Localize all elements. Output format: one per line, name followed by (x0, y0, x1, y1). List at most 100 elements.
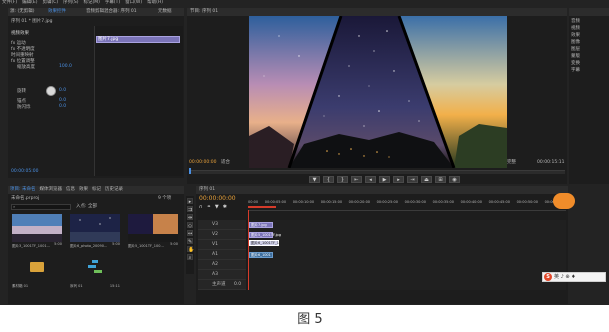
clip-v2[interactable]: 图片5_1001TF.jpg (249, 232, 281, 238)
monitor-quality-select[interactable]: 完整 (507, 159, 516, 167)
selection-tool-icon[interactable]: ▸ (187, 198, 193, 205)
video-frame (249, 16, 507, 168)
step-forward-icon[interactable]: ▸ (393, 176, 404, 183)
ime-s-logo: S (544, 273, 552, 281)
side-item[interactable]: 效果 (571, 32, 609, 39)
tab-markers[interactable]: 标记 (92, 186, 101, 194)
tab-metadata[interactable]: 元数据 (158, 8, 172, 16)
side-item[interactable]: 变换 (571, 60, 609, 67)
ruler-tick: 00:00:30:00 (404, 200, 426, 204)
side-item[interactable]: 字幕 (571, 67, 609, 74)
work-area-bar[interactable] (248, 206, 276, 208)
section-video-effects: 视频效果 (11, 31, 29, 36)
tab-media-browser[interactable]: 媒体浏览器 (39, 186, 62, 194)
menu-file[interactable]: 文件(F) (2, 0, 17, 6)
project-search-input[interactable]: ⌕ (11, 204, 71, 210)
ime-toolbar[interactable]: S 英 ♪ ⊕ ♦ (542, 272, 606, 282)
clip-v1[interactable]: 图片6_1001TF_1001.jpg (249, 240, 292, 246)
tools-panel: ▸ ⇉ ⇹ ◇ ↔ ✎ ✋ ⌕ (186, 196, 194, 274)
ruler-tick: 00:00:35:00 (432, 200, 454, 204)
timeline-panel: 序列 01 00:00:00:00 ∩ ⚭ ▼ ✱ 00:00 00:00:05… (196, 186, 568, 304)
add-marker-timeline-icon[interactable]: ▼ (215, 204, 219, 210)
menu-marker[interactable]: 标记(M) (84, 0, 100, 6)
add-marker-icon[interactable]: ▼ (309, 176, 320, 183)
tab-history[interactable]: 历史记录 (105, 186, 123, 194)
monitor-timecode-right: 00:00:15:11 (537, 160, 565, 165)
tab-effect-controls[interactable]: 效果控件 (48, 8, 66, 16)
mini-timeline-clip[interactable]: 图片7.jpg (96, 36, 180, 43)
step-back-icon[interactable]: ◂ (365, 176, 376, 183)
linked-selection-icon[interactable]: ⚭ (207, 204, 211, 210)
slip-tool-icon[interactable]: ↔ (187, 230, 193, 237)
floating-badge[interactable] (553, 193, 575, 209)
monitor-timecode-left[interactable]: 00:00:00:00 (189, 159, 216, 167)
zoom-tool-icon[interactable]: ⌕ (187, 254, 193, 261)
thumbnail-item[interactable]: 图片5_1001TF_100... 5:00 (128, 214, 178, 252)
monitor-scrubber[interactable] (189, 168, 565, 174)
ruler-tick: 00:00:40:00 (460, 200, 482, 204)
track-header-v1[interactable]: V1 (198, 240, 246, 250)
monitor-playhead[interactable] (189, 168, 191, 174)
track-header-a2[interactable]: A2 (198, 260, 246, 270)
project-filter[interactable]: 入点: 全部 (76, 203, 97, 211)
track-header-a3[interactable]: A3 (198, 270, 246, 280)
side-item[interactable]: 蒙版 (571, 53, 609, 60)
export-frame-icon[interactable]: ◉ (449, 176, 460, 183)
track-select-icon[interactable]: ⇉ (187, 206, 193, 213)
tab-program[interactable]: 节目: 序列 01 (190, 8, 218, 16)
side-item[interactable]: 音频 (571, 18, 609, 25)
thumbnail-item[interactable]: 图片3_1001TF_1001... 5:00 (12, 214, 62, 252)
effect-row[interactable]: 缩放高度 100.0 (11, 64, 93, 70)
side-panel: 音频 视频 效果 图像 图层 蒙版 变换 字幕 (569, 8, 609, 184)
tab-effects[interactable]: 效果 (79, 186, 88, 194)
search-icon: ⌕ (13, 204, 16, 209)
sequence-item[interactable]: 序列 01 15:11 (70, 256, 120, 294)
tab-info[interactable]: 信息 (66, 186, 75, 194)
effect-timecode[interactable]: 00:00:05:00 (11, 168, 38, 176)
menu-edit[interactable]: 编辑(E) (22, 0, 37, 6)
menu-window[interactable]: 窗口(W) (125, 0, 142, 6)
effect-row[interactable]: 防闪烁 0.0 (11, 104, 93, 110)
tab-audio-mixer[interactable]: 音频剪辑混合器: 序列 01 (86, 8, 137, 16)
clip-label: 序列 01 * 图片7.jpg (11, 19, 53, 24)
ripple-edit-icon[interactable]: ⇹ (187, 214, 193, 221)
go-to-in-icon[interactable]: ⇤ (351, 176, 362, 183)
monitor-fit-select[interactable]: 适合 (221, 159, 230, 167)
thumbnail-item[interactable]: 图片6_photo_20090... 5:00 (70, 214, 120, 252)
timeline-timecode[interactable]: 00:00:00:00 (199, 195, 236, 203)
folder-icon (30, 262, 44, 272)
track-header-master[interactable]: 主声道 0.0 (198, 280, 246, 290)
track-header-a1[interactable]: A1 (198, 250, 246, 260)
clip-v3[interactable]: 图片7.jpg (249, 222, 273, 228)
thumbnail-stars-image (70, 214, 120, 242)
tab-project[interactable]: 项目: 未命名 (10, 186, 35, 194)
ruler-tick: 00:00:25:00 (376, 200, 399, 204)
extract-icon[interactable]: ⊞ (435, 176, 446, 183)
track-header-v3[interactable]: V3 (198, 220, 246, 230)
menu-title[interactable]: 字幕(T) (105, 0, 120, 6)
effect-row[interactable]: 旋转 0.0 (11, 88, 93, 98)
menu-sequence[interactable]: 序列(S) (63, 0, 78, 6)
wrench-icon[interactable]: ✱ (223, 204, 227, 210)
bin-item[interactable]: 素材箱 01 (12, 256, 62, 294)
go-to-out-icon[interactable]: ⇥ (407, 176, 418, 183)
pen-tool-icon[interactable]: ✎ (187, 238, 193, 245)
side-item[interactable]: 图像 (571, 39, 609, 46)
hand-tool-icon[interactable]: ✋ (187, 246, 194, 253)
tab-sequence[interactable]: 序列 01 (199, 186, 215, 194)
lift-icon[interactable]: ⏏ (421, 176, 432, 183)
menu-clip[interactable]: 剪辑(C) (42, 0, 58, 6)
transport-controls: ▼ { } ⇤ ◂ ▶ ▸ ⇥ ⏏ ⊞ ◉ (309, 176, 460, 183)
track-header-v2[interactable]: V2 (198, 230, 246, 240)
mark-in-icon[interactable]: { (323, 176, 334, 183)
mark-out-icon[interactable]: } (337, 176, 348, 183)
side-item[interactable]: 视频 (571, 25, 609, 32)
menu-help[interactable]: 帮助(H) (147, 0, 163, 6)
side-item[interactable]: 图层 (571, 46, 609, 53)
razor-tool-icon[interactable]: ◇ (187, 222, 193, 229)
clip-a1[interactable]: 图片6_1001 (249, 252, 273, 258)
snap-icon[interactable]: ∩ (199, 204, 203, 210)
project-tabs: 项目: 未命名 媒体浏览器 信息 效果 标记 历史记录 (8, 186, 184, 194)
play-icon[interactable]: ▶ (379, 176, 390, 183)
tab-source[interactable]: 源: (无剪辑) (10, 8, 34, 16)
